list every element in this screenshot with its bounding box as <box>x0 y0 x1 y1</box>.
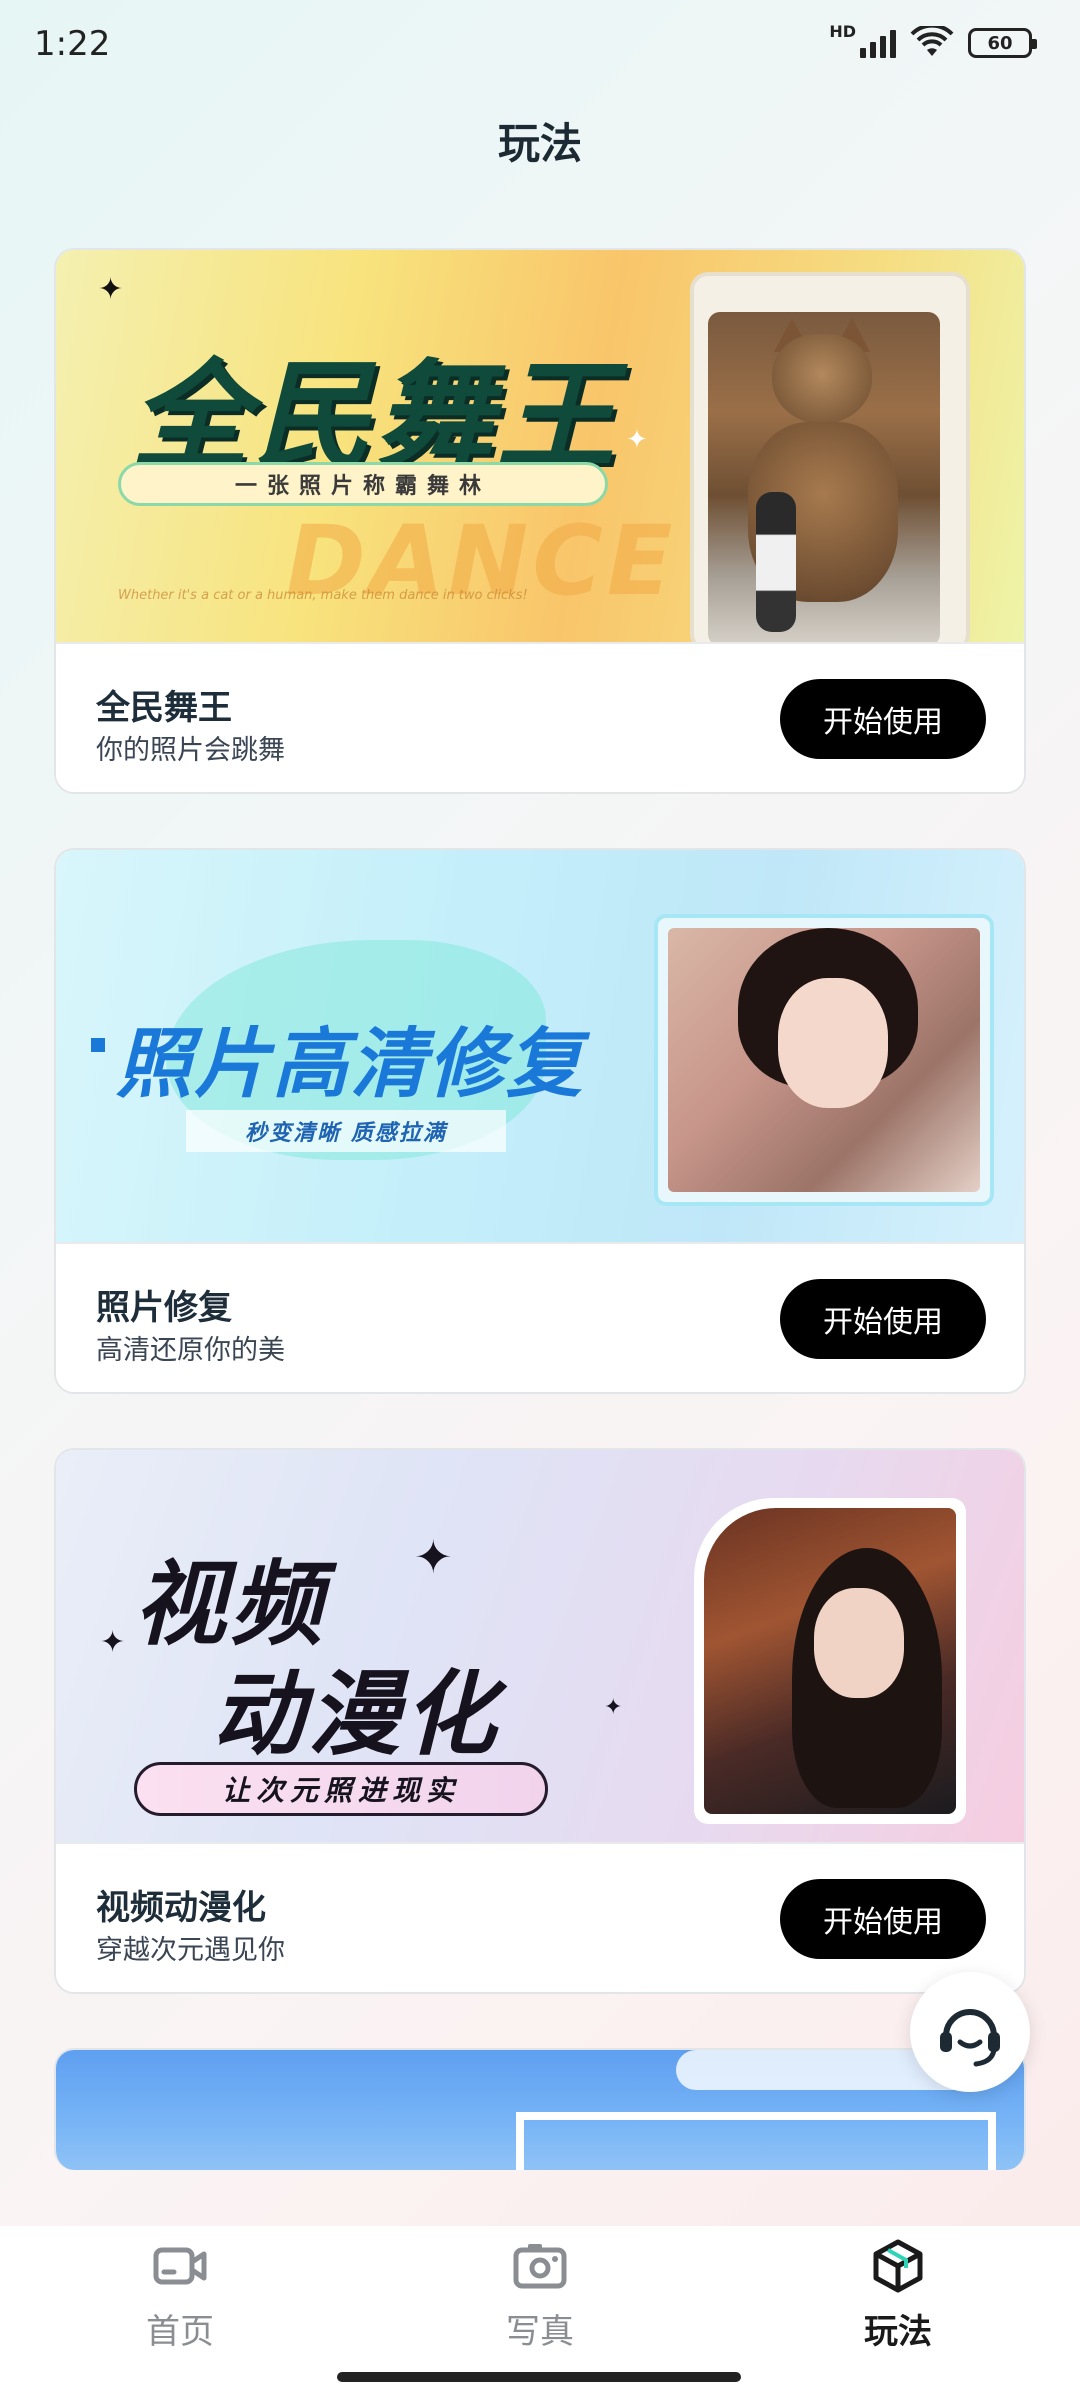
card-info: 照片修复 高清还原你的美 开始使用 <box>56 1242 1024 1392</box>
photo-restore-banner[interactable]: 照片高清修复 秒变清晰 质感拉满 <box>56 850 1024 1242</box>
signal-icon <box>860 28 896 58</box>
sparkle-icon: ✦ <box>98 272 124 307</box>
nav-item-photo[interactable]: 写真 <box>440 2236 640 2353</box>
card-title: 视频动漫化 <box>96 1888 266 1928</box>
cube-icon <box>873 2239 923 2293</box>
sparkle-icon: ✦ <box>604 1695 623 1720</box>
feature-card-partial[interactable] <box>54 2048 1026 2170</box>
phone-mockup <box>690 272 970 642</box>
banner-tagline: 让次元照进现实 <box>134 1762 548 1816</box>
wifi-icon <box>910 26 954 56</box>
start-button[interactable]: 开始使用 <box>780 1279 986 1359</box>
hd-badge: HD <box>829 21 856 41</box>
status-icons: HD 60 <box>819 22 1037 60</box>
dance-banner[interactable]: ✦ 全民舞王 一张照片称霸舞林 DANCE Whether it's a cat… <box>56 250 1024 642</box>
feature-card-dance[interactable]: ✦ 全民舞王 一张照片称霸舞林 DANCE Whether it's a cat… <box>54 248 1026 794</box>
customer-service-icon <box>940 2009 1000 2067</box>
battery-icon: 60 <box>968 28 1037 58</box>
portrait-frame <box>694 1498 966 1824</box>
banner-headline: 照片高清修复 <box>116 1019 584 1108</box>
portrait-image <box>668 928 980 1192</box>
banner-tiny-text: Whether it's a cat or a human, make them… <box>118 588 528 603</box>
page-title: 玩法 <box>497 119 582 168</box>
start-button[interactable]: 开始使用 <box>780 679 986 759</box>
card-subtitle: 穿越次元遇见你 <box>96 1935 285 1966</box>
partial-banner[interactable] <box>56 2050 1024 2170</box>
dancing-cat-image <box>708 312 940 642</box>
start-button[interactable]: 开始使用 <box>780 1879 986 1959</box>
card-title: 照片修复 <box>96 1288 232 1328</box>
home-indicator <box>337 2372 741 2382</box>
banner-tagline: 秒变清晰 质感拉满 <box>186 1110 506 1152</box>
video-anime-banner[interactable]: ✦ ✦ ✦ 视频 动漫化 让次元照进现实 <box>56 1450 1024 1842</box>
feature-card-photo-restore[interactable]: 照片高清修复 秒变清晰 质感拉满 照片修复 高清还原你的美 开始使用 <box>54 848 1026 1394</box>
banner-tagline: 一张照片称霸舞林 <box>118 462 608 506</box>
sparkle-icon: ✦ <box>414 1530 453 1584</box>
banner-headline-line2: 动漫化 <box>212 1661 501 1768</box>
card-subtitle: 高清还原你的美 <box>96 1335 285 1366</box>
battery-level: 60 <box>987 32 1013 54</box>
card-subtitle: 你的照片会跳舞 <box>96 735 285 766</box>
portrait-frame <box>654 914 994 1206</box>
card-title: 全民舞王 <box>96 688 232 728</box>
nav-label: 玩法 <box>864 2312 932 2352</box>
card-info: 视频动漫化 穿越次元遇见你 开始使用 <box>56 1842 1024 1992</box>
camera-icon <box>513 2244 567 2289</box>
status-bar: 1:22 HD 60 <box>0 0 1080 90</box>
sparkle-icon: ✦ <box>100 1625 126 1660</box>
video-camera-icon <box>153 2247 207 2285</box>
nav-item-home[interactable]: 首页 <box>80 2236 280 2353</box>
portrait-image <box>704 1508 956 1814</box>
feature-card-video-anime[interactable]: ✦ ✦ ✦ 视频 动漫化 让次元照进现实 视频动漫化 穿越次元遇见你 开始使用 <box>54 1448 1026 1994</box>
nav-label: 首页 <box>146 2312 214 2352</box>
sparkle-icon: ✦ <box>626 425 648 455</box>
card-info: 全民舞王 你的照片会跳舞 开始使用 <box>56 642 1024 792</box>
nav-label: 写真 <box>506 2312 574 2352</box>
nav-item-play[interactable]: 玩法 <box>798 2236 998 2353</box>
customer-service-button[interactable] <box>910 1972 1030 2092</box>
status-time: 1:22 <box>34 24 111 64</box>
feature-card-list: ✦ 全民舞王 一张照片称霸舞林 DANCE Whether it's a cat… <box>54 248 1026 2224</box>
